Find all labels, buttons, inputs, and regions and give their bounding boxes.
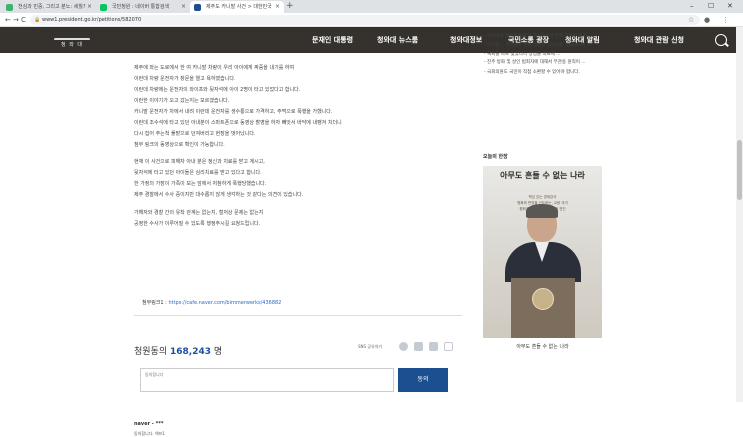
close-tab-icon[interactable]: × (87, 1, 92, 13)
tab-label: 제주도 카니발 사건 > 대한민국 (206, 4, 272, 10)
consent-count: 168,243 (170, 347, 211, 357)
comment-input[interactable] (140, 368, 394, 392)
petition-line: 이런데 차량에는 운전자의 와이프와 뒷자석에 아이 2명이 타고 있었다고 합… (134, 87, 301, 93)
page-main: 제주에 와는 도로에서 한 여 카니발 차량이 우리 아이에게 짜증을 내기를 … (0, 34, 743, 436)
tab-favicon-icon (6, 4, 13, 11)
close-window-icon[interactable]: ✕ (727, 0, 733, 13)
new-tab-button[interactable]: + (286, 0, 294, 13)
reload-button[interactable]: C (21, 14, 26, 26)
consent-label: 청원동의 (134, 347, 168, 357)
sidebar-petition-item[interactable]: - 국회를 바로 찾았다니 상업을 의료제 ... (484, 51, 561, 57)
petition-line: 공정한 수사가 이루어질 수 있도록 행정주시길 요청드립니다. (134, 221, 261, 227)
menu-info[interactable]: 청와대정보 (450, 27, 482, 53)
browser-tab-bar: 천심과 민중, 그리고 분노: 세월? × 국민청원 : 네이버 통합검색 × … (0, 0, 743, 13)
browser-menu-icon[interactable]: ⋮ (722, 14, 729, 26)
menu-communication[interactable]: 국민소통 광장 (508, 27, 549, 53)
petition-line: 한 가정의 가장이 가족이 보는 앞에서 처참하게 폭행당했습니다. (134, 181, 267, 187)
todays-photo-label: 오늘의 한장 (483, 154, 508, 160)
petition-line: 뒷자석에 타고 있던 아이들은 심리치료를 받고 있다고 합니다. (134, 170, 262, 176)
comment-text: 동의합니다. 엑프1 (134, 431, 165, 436)
petition-line: 카니발 운전자가 차에서 내려 이런데 운전자를 생수통으로 가격하고, 주먹으… (134, 109, 333, 115)
petition-line: 이런데 차량 운전자가 창문을 열고 욕하였습니다. (134, 76, 236, 82)
todays-photo-poster[interactable]: 아무도 흔들 수 없는 나라 책임 있는 경제강국 평화와 번영을 선도하는, … (483, 166, 602, 338)
send-share-icon[interactable] (444, 342, 453, 351)
close-tab-icon[interactable]: × (181, 1, 186, 13)
menu-notice[interactable]: 청와대 알림 (565, 27, 600, 53)
consent-count-row: 청원동의 168,243 명 (134, 344, 222, 357)
chat-share-icon[interactable] (399, 342, 408, 351)
agree-button[interactable]: 동의 (398, 368, 448, 392)
url-input[interactable]: 🔒 www1.president.go.kr/petitions/582070 (30, 15, 700, 25)
minimize-icon[interactable]: – (690, 0, 694, 13)
logo-roof-icon (54, 32, 90, 40)
browser-tab-2[interactable]: 국민청원 : 네이버 통합검색 × (96, 1, 190, 13)
maximize-icon[interactable]: ☐ (708, 0, 714, 13)
section-divider (134, 315, 462, 316)
petition-line: 첨부 링크의 동영상으로 확인이 가능합니다. (134, 142, 225, 148)
logo-text: 청 와 대 (61, 42, 83, 48)
bookmark-star-icon[interactable]: ☆ (688, 14, 694, 26)
close-tab-icon[interactable]: × (275, 1, 280, 13)
twitter-share-icon[interactable] (429, 342, 438, 351)
petition-line: 다시 집어 주는척 풀밭으로 던져버리고 현장을 벗어났니다. (134, 131, 256, 137)
facebook-share-icon[interactable] (414, 342, 423, 351)
sidebar-petition-item[interactable]: - 아이템... 특명출조 관련 청원인 국민소통 사법대피해 ... (484, 42, 591, 48)
profile-icon[interactable]: ● (704, 14, 710, 26)
menu-newsroom[interactable]: 청와대 뉴스룸 (377, 27, 418, 53)
tab-favicon-icon (100, 4, 107, 11)
consent-unit: 명 (213, 347, 223, 357)
portrait-hair (526, 204, 558, 218)
address-bar-row: ← → C 🔒 www1.president.go.kr/petitions/5… (0, 13, 743, 27)
search-icon[interactable] (715, 34, 727, 46)
attachment-label: 첨부링크1 : (142, 300, 167, 306)
sidebar-petition-item[interactable]: - 국회의원도 국민이 직접 소환할 수 있어야 합니다. (484, 69, 580, 75)
petition-line: 제주에 와는 도로에서 한 여 카니발 차량이 우리 아이에게 짜증을 내기를 … (134, 65, 295, 71)
presidential-seal-icon (532, 288, 554, 310)
browser-tab-1[interactable]: 천심과 민중, 그리고 분노: 세월? × (2, 1, 96, 13)
sns-share-label: SNS 공유하기 (358, 344, 383, 349)
page-scrollbar[interactable] (736, 27, 743, 402)
menu-tour[interactable]: 청와대 관람 신청 (634, 27, 684, 53)
tab-label: 천심과 민중, 그리고 분노: 세월? (18, 4, 86, 10)
petition-line: 이런데 조수석에 타고 있던 아내분이 스마트폰으로 동영상 촬영을 하자 빼앗… (134, 120, 342, 126)
attachment-row: 첨부링크1 : https://cafe.naver.com/bimmerwer… (142, 299, 281, 306)
sidebar-petition-item[interactable]: - 국회에서 발의된 법률안 조사전에서 반짝 간편한 번호 ... (484, 33, 592, 39)
tab-favicon-icon (194, 4, 201, 11)
browser-tab-3-active[interactable]: 제주도 카니발 사건 > 대한민국 × (190, 1, 284, 13)
comment-author: naver - *** (134, 421, 164, 427)
petition-line: 현재 이 사건으로 피해자 아내 분은 정신과 치료를 받고 계시고, (134, 159, 265, 165)
petition-line: 제주 경찰에서 수사 중이지만 대수롭지 않게 생각하는 것 같다는 의견이 있… (134, 192, 304, 198)
scrollbar-thumb[interactable] (737, 140, 742, 200)
menu-president[interactable]: 문재인 대통령 (312, 27, 353, 53)
back-button[interactable]: ← (5, 14, 11, 26)
poster-caption: 아무도 흔들 수 없는 나라 (516, 344, 569, 350)
petition-line: 이런한 이야기가 오고 갔는지는 모르겠습니다. (134, 98, 230, 104)
forward-button[interactable]: → (13, 14, 19, 26)
site-logo[interactable]: 청 와 대 (50, 30, 94, 50)
sidebar-petition-item[interactable]: - 진주 방화 및 살인 범죄자에 대해서 무관용 원칙이 ... (484, 59, 586, 65)
site-header: 청 와 대 문재인 대통령 청와대 뉴스룸 청와대정보 국민소통 광장 청와대 … (0, 27, 743, 53)
tab-label: 국민청원 : 네이버 통합검색 (112, 4, 170, 10)
attachment-link[interactable]: https://cafe.naver.com/bimmerwerks/43688… (168, 300, 281, 306)
poster-title: 아무도 흔들 수 없는 나라 (500, 171, 585, 180)
lock-icon: 🔒 (34, 17, 41, 23)
petition-line: 가해자와 경찰 간의 유착 관계는 없는지, 철저상 문제는 없는지 (134, 210, 264, 216)
url-text: www1.president.go.kr/petitions/582070 (42, 17, 142, 23)
